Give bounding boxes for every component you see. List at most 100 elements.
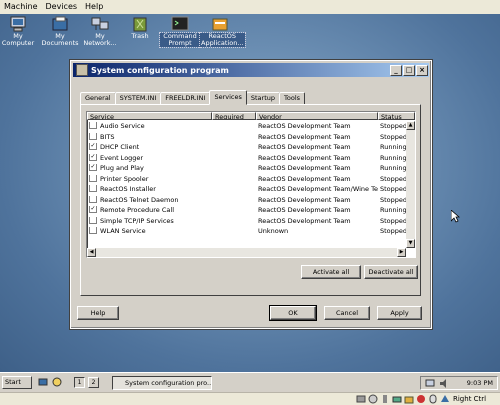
mouse-cursor-icon: [451, 210, 460, 223]
service-name: Audio Service: [100, 122, 145, 131]
service-checkbox[interactable]: [89, 185, 97, 193]
system-config-window: System configuration program _ □ × Gener…: [69, 59, 433, 330]
table-row[interactable]: BITS ReactOS Development Team Stopped: [87, 132, 415, 143]
service-cell[interactable]: Printer Spooler: [87, 174, 212, 183]
service-name: BITS: [100, 132, 115, 141]
table-row[interactable]: ✓ Plug and Play ReactOS Development Team Ru…: [87, 163, 415, 174]
table-row[interactable]: WLAN Service Unknown Stopped: [87, 226, 415, 237]
network-tray-icon[interactable]: [425, 379, 435, 388]
icon-label: My Documents: [41, 32, 79, 47]
service-checkbox[interactable]: [89, 195, 97, 203]
quicklaunch-desktop-icon[interactable]: [38, 377, 48, 387]
desktop-icon-command-prompt[interactable]: Command Prompt: [159, 16, 201, 48]
mouse-integration-status-icon[interactable]: [428, 394, 438, 404]
service-cell[interactable]: ReactOS Installer: [87, 185, 212, 193]
service-cell[interactable]: ReactOS Telnet Daemon: [87, 195, 212, 204]
tab-strip: General SYSTEM.INI FREELDR.INI Services …: [80, 90, 306, 105]
table-row[interactable]: ReactOS Telnet Daemon ReactOS Development…: [87, 195, 415, 206]
service-cell[interactable]: Audio Service: [87, 122, 212, 130]
quicklaunch-explorer-icon[interactable]: [52, 377, 62, 387]
help-button[interactable]: Help: [77, 306, 119, 320]
close-icon[interactable]: ×: [416, 64, 428, 76]
service-name: Printer Spooler: [100, 174, 149, 183]
service-checkbox[interactable]: [89, 216, 97, 224]
deactivate-all-button[interactable]: Deactivate all: [364, 265, 418, 279]
list-rows: Audio Service ReactOS Development Team Sto…: [87, 121, 415, 237]
vertical-scrollbar[interactable]: ▲ ▼: [406, 121, 415, 248]
minimize-icon[interactable]: _: [390, 64, 402, 76]
service-checkbox[interactable]: ✓: [89, 206, 97, 214]
table-row[interactable]: Audio Service ReactOS Development Team Sto…: [87, 121, 415, 132]
desktop-icon-my-computer[interactable]: My Computer: [0, 16, 38, 47]
column-header-required[interactable]: Required: [212, 112, 256, 120]
usb-status-icon[interactable]: [380, 394, 390, 404]
service-checkbox[interactable]: ✓: [89, 153, 97, 161]
service-cell[interactable]: WLAN Service: [87, 227, 212, 235]
service-checkbox[interactable]: ✓: [89, 164, 97, 172]
virtual-desktop-2[interactable]: 2: [88, 377, 99, 388]
volume-tray-icon[interactable]: [439, 379, 449, 388]
apply-button[interactable]: Apply: [377, 306, 422, 320]
scroll-left-icon[interactable]: ◀: [87, 248, 96, 257]
ok-button[interactable]: OK: [269, 305, 317, 321]
column-header-service[interactable]: Service: [87, 112, 212, 120]
host-menu-help[interactable]: Help: [81, 0, 107, 14]
scroll-right-icon[interactable]: ▶: [397, 248, 406, 257]
table-row[interactable]: ✓ Remote Procedure Call ReactOS Developmen…: [87, 205, 415, 216]
desktop-icon-my-documents[interactable]: My Documents: [40, 16, 80, 47]
cancel-button[interactable]: Cancel: [324, 306, 370, 320]
column-header-status[interactable]: Status: [378, 112, 415, 120]
vendor-cell: ReactOS Development Team: [258, 122, 351, 131]
taskbar-button-system-config[interactable]: System configuration pro...: [112, 376, 212, 390]
trash-icon: [131, 16, 149, 32]
service-cell[interactable]: BITS: [87, 132, 212, 141]
shared-folder-status-icon[interactable]: [404, 394, 414, 404]
services-list: Service Required Vendor Status Audio Ser…: [86, 111, 416, 258]
my-computer-icon: [9, 16, 27, 32]
service-cell[interactable]: ✓ Event Logger: [87, 153, 212, 162]
window-titlebar[interactable]: System configuration program _ □ ×: [73, 63, 429, 77]
vendor-cell: Unknown: [258, 227, 289, 236]
window-app-icon: [76, 64, 88, 76]
desktop-icon-trash[interactable]: Trash: [120, 16, 160, 40]
service-checkbox[interactable]: [89, 122, 97, 130]
host-menu-devices[interactable]: Devices: [42, 0, 82, 14]
my-documents-icon: [51, 16, 69, 32]
maximize-icon[interactable]: □: [403, 64, 415, 76]
start-button[interactable]: Start: [2, 376, 32, 389]
table-row[interactable]: Printer Spooler ReactOS Development Team S…: [87, 174, 415, 185]
vendor-cell: ReactOS Development Team: [258, 132, 351, 141]
service-cell[interactable]: Simple TCP/IP Services: [87, 216, 212, 225]
service-checkbox[interactable]: ✓: [89, 143, 97, 151]
service-name: ReactOS Telnet Daemon: [100, 195, 179, 204]
service-cell[interactable]: ✓ Remote Procedure Call: [87, 206, 212, 214]
service-name: WLAN Service: [100, 227, 146, 236]
scroll-down-icon[interactable]: ▼: [406, 239, 415, 248]
service-name: Plug and Play: [100, 164, 144, 173]
icon-label: Command Prompt: [159, 32, 201, 48]
tab-services[interactable]: Services: [209, 90, 247, 105]
service-checkbox[interactable]: [89, 132, 97, 140]
cd-status-icon[interactable]: [368, 394, 378, 404]
table-row[interactable]: ReactOS Installer ReactOS Development Tea…: [87, 184, 415, 195]
table-row[interactable]: ✓ Event Logger ReactOS Development Team Run…: [87, 153, 415, 164]
scroll-up-icon[interactable]: ▲: [406, 121, 415, 130]
service-cell[interactable]: ✓ DHCP Client: [87, 143, 212, 151]
hdd-status-icon[interactable]: [356, 394, 366, 404]
host-menu-machine[interactable]: Machine: [0, 0, 42, 14]
column-header-vendor[interactable]: Vendor: [256, 112, 378, 120]
icon-label: My Network...: [83, 32, 117, 47]
video-capture-status-icon[interactable]: [416, 394, 426, 404]
network-status-icon[interactable]: [392, 394, 402, 404]
service-checkbox[interactable]: [89, 174, 97, 182]
service-checkbox[interactable]: [89, 227, 97, 235]
virtual-desktop-1[interactable]: 1: [74, 377, 85, 388]
horizontal-scrollbar[interactable]: ◀ ▶: [87, 248, 406, 257]
table-row[interactable]: Simple TCP/IP Services ReactOS Developmen…: [87, 216, 415, 227]
desktop-icon-reactos-applications[interactable]: ReactOS Application...: [199, 16, 246, 48]
activate-all-button[interactable]: Activate all: [301, 265, 361, 279]
reactos-applications-icon: [211, 16, 229, 32]
table-row[interactable]: ✓ DHCP Client ReactOS Development Team Runn…: [87, 142, 415, 153]
service-cell[interactable]: ✓ Plug and Play: [87, 164, 212, 172]
desktop-icon-my-network[interactable]: My Network...: [80, 16, 120, 47]
